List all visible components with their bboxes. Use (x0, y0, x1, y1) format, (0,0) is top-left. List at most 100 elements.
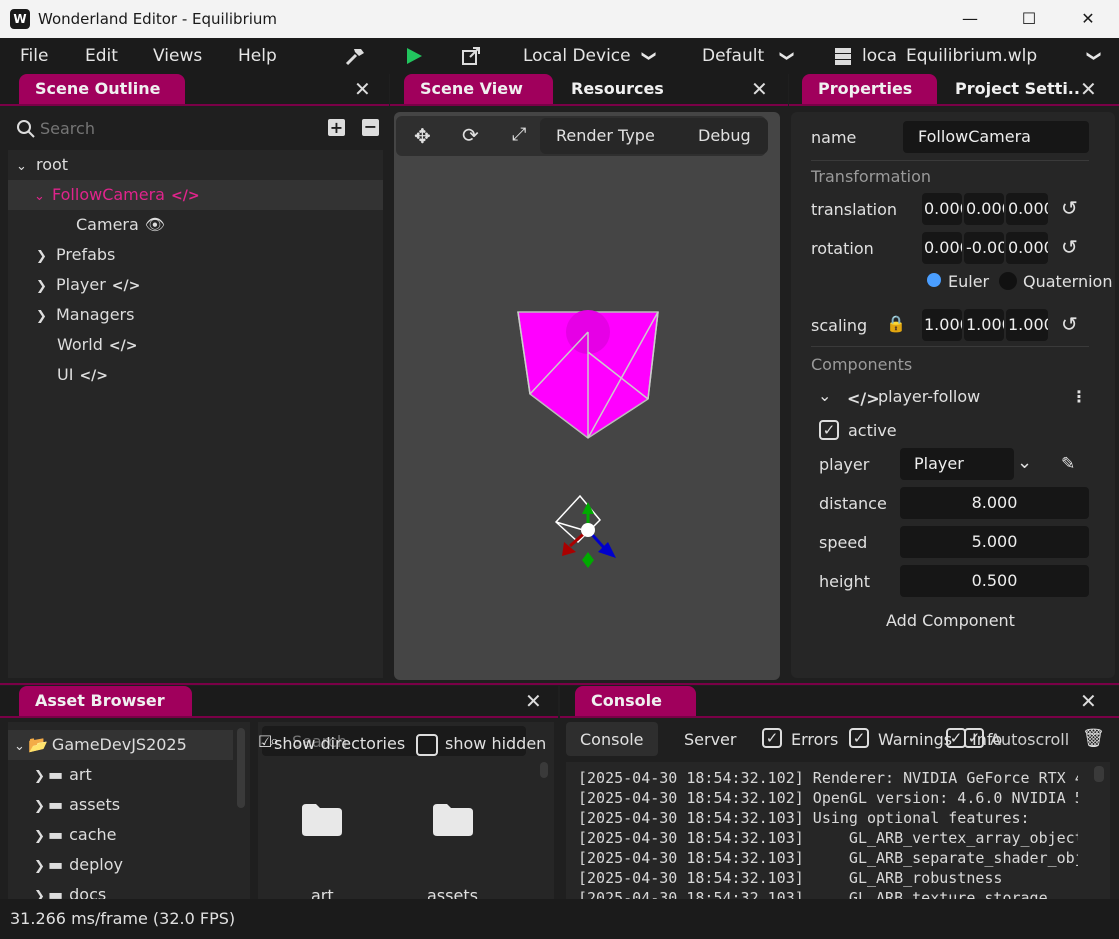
chevron-right-icon[interactable]: ❯ (36, 272, 50, 302)
reset-icon[interactable]: ↺ (1061, 235, 1078, 259)
chevron-right-icon[interactable]: ❯ (34, 762, 48, 792)
rotation-x[interactable]: 0.000 (922, 232, 962, 264)
open-external-icon[interactable] (460, 45, 482, 67)
player-select[interactable]: Player (900, 448, 1014, 480)
remove-object-button[interactable]: − (362, 119, 379, 136)
chevron-right-icon[interactable]: ❯ (36, 242, 50, 272)
tree-item-root[interactable]: ⌄ root (16, 150, 68, 180)
tree-item-camera[interactable]: Camera 👁 (76, 210, 165, 240)
maximize-button[interactable]: ☐ (1006, 0, 1052, 38)
subtab-server[interactable]: Server (684, 730, 736, 749)
tab-properties[interactable]: Properties (802, 74, 937, 104)
close-icon[interactable]: ✕ (1080, 689, 1097, 713)
tree-item-label: World (57, 335, 103, 354)
translation-y[interactable]: 0.000 (964, 193, 1004, 225)
chevron-down-icon[interactable]: ⌄ (14, 732, 28, 762)
asset-folder-cache[interactable]: ❯ ▬ cache (34, 820, 117, 850)
rotation-y[interactable]: -0.00 (964, 232, 1004, 264)
chevron-down-icon[interactable]: ⌄ (16, 152, 30, 182)
asset-folder-docs[interactable]: ❯ ▬ docs (34, 880, 106, 899)
tree-item-player[interactable]: ❯ Player </> (36, 270, 140, 300)
device-select[interactable]: Local Device (523, 46, 631, 66)
add-object-button[interactable]: + (328, 119, 345, 136)
tab-asset-browser[interactable]: Asset Browser (19, 686, 192, 716)
errors-checkbox[interactable]: ✓ (762, 728, 782, 748)
chevron-down-icon[interactable]: ❯ (641, 50, 657, 62)
hammer-icon[interactable] (344, 45, 366, 67)
lock-icon[interactable]: 🔒 (886, 314, 906, 333)
tree-item-followcamera[interactable]: ⌄ FollowCamera </> (8, 180, 383, 210)
tree-item-prefabs[interactable]: ❯ Prefabs (36, 240, 115, 270)
eye-icon[interactable]: 👁 (145, 215, 165, 234)
folder-icon[interactable] (302, 804, 342, 836)
reset-icon[interactable]: ↺ (1061, 312, 1078, 336)
warnings-checkbox[interactable]: ✓ (849, 728, 869, 748)
distance-field[interactable]: 8.000 (900, 487, 1089, 519)
tab-console[interactable]: Console (575, 686, 696, 716)
scene-search-input[interactable] (40, 114, 310, 142)
quaternion-radio[interactable] (999, 272, 1017, 290)
tree-item-world[interactable]: World </> (57, 330, 137, 360)
chevron-right-icon[interactable]: ❯ (34, 822, 48, 852)
chevron-right-icon[interactable]: ❯ (34, 882, 48, 899)
reset-icon[interactable]: ↺ (1061, 196, 1078, 220)
info-checkbox[interactable]: ✓ (946, 728, 966, 748)
height-field[interactable]: 0.500 (900, 565, 1089, 597)
minimize-button[interactable]: — (947, 0, 993, 38)
menu-views[interactable]: Views (153, 46, 202, 66)
tab-resources[interactable]: Resources (555, 74, 680, 104)
scaling-y[interactable]: 1.000 (964, 309, 1004, 341)
speed-field[interactable]: 5.000 (900, 526, 1089, 558)
chevron-down-icon[interactable]: ⌄ (1017, 452, 1032, 473)
asset-folder-deploy[interactable]: ❯ ▬ deploy (34, 850, 123, 880)
camera-gizmo[interactable] (554, 494, 616, 568)
tree-item-ui[interactable]: UI </> (57, 360, 108, 390)
chevron-right-icon[interactable]: ❯ (34, 852, 48, 882)
close-icon[interactable]: ✕ (525, 689, 542, 713)
chevron-down-icon[interactable]: ❯ (779, 50, 795, 62)
component-menu-icon[interactable]: ⋮ (1071, 387, 1087, 406)
close-icon[interactable]: ✕ (1080, 77, 1097, 101)
scaling-x[interactable]: 1.000 (922, 309, 962, 341)
trash-icon[interactable]: 🗑 (1082, 728, 1105, 749)
project-select[interactable]: Equilibrium.wlp (906, 46, 1037, 66)
asset-folder-assets[interactable]: ❯ ▬ assets (34, 790, 120, 820)
show-directories-checkbox[interactable]: ☑ (258, 732, 272, 751)
tree-item-managers[interactable]: ❯ Managers (36, 300, 134, 330)
name-field[interactable]: FollowCamera (903, 121, 1089, 153)
euler-radio[interactable] (927, 273, 941, 287)
tab-scene-outline[interactable]: Scene Outline (19, 74, 185, 104)
close-icon[interactable]: ✕ (751, 77, 768, 101)
menu-edit[interactable]: Edit (85, 46, 118, 66)
menu-help[interactable]: Help (238, 46, 277, 66)
translation-x[interactable]: 0.000 (922, 193, 962, 225)
console-scrollbar[interactable] (1094, 766, 1104, 782)
chevron-down-icon[interactable]: ⌄ (818, 386, 831, 405)
folder-icon[interactable] (433, 804, 473, 836)
asset-tree-root[interactable]: ⌄ 📂 GameDevJS2025 (8, 730, 233, 760)
close-window-button[interactable]: ✕ (1065, 0, 1111, 38)
asset-folder-art[interactable]: ❯ ▬ art (34, 760, 92, 790)
eyedropper-icon[interactable]: ✎ (1061, 454, 1075, 474)
asset-tree-scrollbar[interactable] (237, 728, 245, 808)
chevron-down-icon[interactable]: ⌄ (34, 182, 48, 212)
chevron-right-icon[interactable]: ❯ (34, 792, 48, 822)
subtab-console[interactable]: Console (580, 730, 644, 749)
play-icon[interactable] (404, 46, 424, 66)
rotation-z[interactable]: 0.000 (1006, 232, 1048, 264)
chevron-right-icon[interactable]: ❯ (36, 302, 50, 332)
translation-z[interactable]: 0.000 (1006, 193, 1048, 225)
add-component-button[interactable]: Add Component (886, 611, 1015, 630)
active-checkbox[interactable]: ✓ (819, 420, 839, 440)
close-icon[interactable]: ✕ (354, 77, 371, 101)
tab-scene-view[interactable]: Scene View (404, 74, 553, 104)
chevron-down-icon[interactable]: ❯ (1086, 50, 1102, 62)
tab-project-settings[interactable]: Project Setti... (939, 74, 1079, 104)
scaling-z[interactable]: 1.000 (1006, 309, 1048, 341)
menu-file[interactable]: File (20, 46, 48, 66)
autoscroll-checkbox[interactable]: ✓ (964, 728, 984, 748)
profile-select[interactable]: Default (702, 46, 764, 66)
asset-grid-scrollbar[interactable] (540, 762, 548, 778)
viewport[interactable]: ✥ ⟳ ⤢ Render Type Debug (394, 112, 780, 680)
show-hidden-checkbox[interactable] (416, 734, 438, 756)
